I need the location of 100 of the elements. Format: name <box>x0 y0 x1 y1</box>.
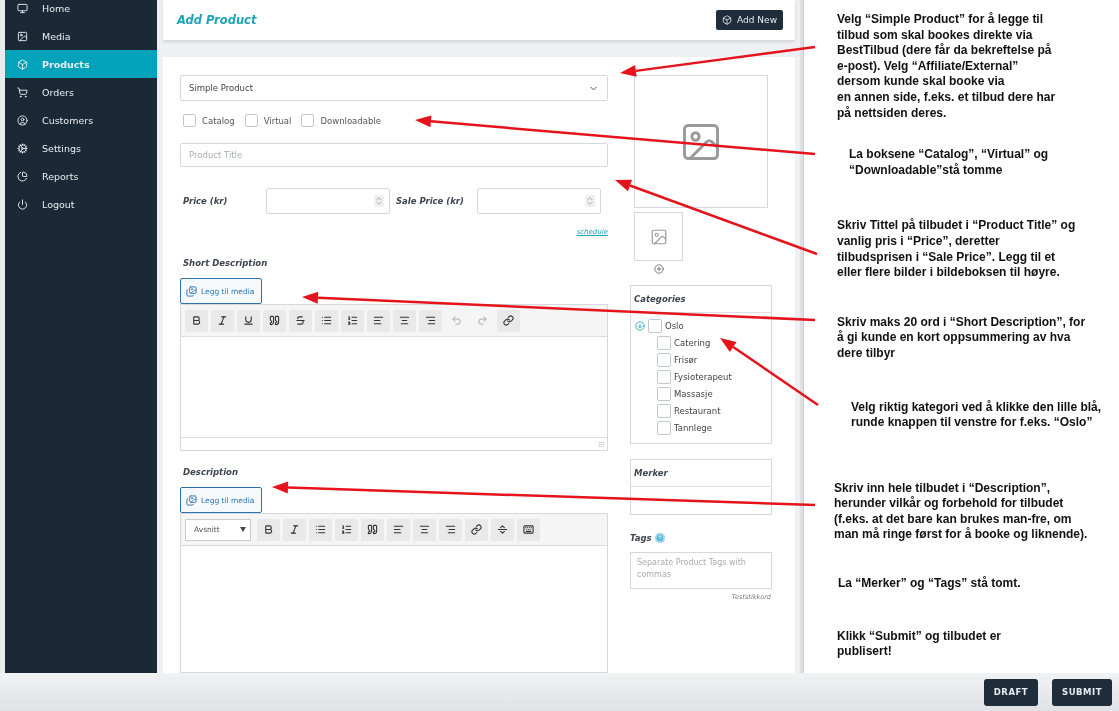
tags-field[interactable]: Separate Product Tags with commas <box>630 552 772 589</box>
draft-button[interactable]: DRAFT <box>983 678 1039 706</box>
align-right-icon <box>425 315 436 326</box>
toolbar-button[interactable] <box>185 309 208 332</box>
category-label: Massasje <box>674 389 713 399</box>
add-new-button[interactable]: Add New <box>716 10 783 30</box>
toolbar-button[interactable] <box>257 518 280 541</box>
toolbar-button[interactable] <box>497 309 520 332</box>
bold-icon <box>191 315 202 326</box>
sidebar-item[interactable]: Media <box>5 22 157 50</box>
media-icon <box>186 285 197 297</box>
toolbar-button[interactable] <box>211 309 234 332</box>
option-checkbox[interactable]: Downloadable <box>301 114 381 127</box>
instruction-text: Klikk “Submit” og tilbudet er publisert! <box>837 628 1002 660</box>
toolbar-button[interactable] <box>289 309 312 332</box>
numbered-list-icon <box>347 315 358 326</box>
user-icon <box>17 114 28 126</box>
page-title: Add Product <box>177 13 257 27</box>
category-label: Frisør <box>674 355 698 365</box>
checkbox[interactable] <box>657 370 671 384</box>
bold-icon <box>263 524 274 535</box>
align-center-icon <box>419 524 430 535</box>
category-label: Restaurant <box>674 406 721 416</box>
numbered-list-icon <box>341 524 352 535</box>
keyboard-icon <box>523 524 534 535</box>
instruction-text: Velg “Simple Product” for å legge til tilbud som skal bookes direkte via BestTilbud (dere får da bekreftelse på e-post). Velg “Affiliate/External” dersom kunde skal booke via en annen side, f.eks. et tilbud dere har på nettsiden deres. <box>837 12 1057 122</box>
align-center-icon <box>399 315 410 326</box>
caret-icon <box>240 527 246 532</box>
toolbar-button[interactable] <box>419 309 442 332</box>
checkbox[interactable] <box>657 353 671 367</box>
category-label: Tannlege <box>674 423 712 433</box>
checkbox[interactable] <box>648 319 662 333</box>
underline-icon <box>243 315 254 326</box>
strikethrough-icon <box>295 315 306 326</box>
product-title-field[interactable]: Product Title <box>180 143 608 167</box>
sale-price-field[interactable] <box>477 188 601 214</box>
link-icon <box>503 315 514 326</box>
toolbar-button[interactable] <box>283 518 306 541</box>
panel-title: Merker <box>631 460 771 487</box>
toolbar-button[interactable] <box>387 518 410 541</box>
checkbox[interactable] <box>657 387 671 401</box>
toolbar-button[interactable] <box>341 309 364 332</box>
toolbar-button[interactable] <box>393 309 416 332</box>
monitor-icon <box>17 2 28 14</box>
separator-icon <box>497 524 508 535</box>
redo-icon <box>477 315 488 326</box>
checkbox[interactable] <box>657 421 671 435</box>
instruction-text: Skriv inn hele tilbudet i “Description”, herunder vilkår og forbehold for tilbudet (f.eks. at det bare kan brukes man-fre, om man må ringe først for å booke og liknende). <box>834 480 1089 544</box>
sidebar-item[interactable]: Home <box>5 0 157 22</box>
instruction-text: Skriv Tittel på tilbudet i “Product Title” og vanlig pris i “Price”, deretter tilbudsprisen i “Sale Price”. Legg til et eller flere bilder i bildeboksen til høyre. <box>837 218 1077 281</box>
image-icon <box>17 30 28 42</box>
instruction-text: La “Merker” og “Tags” stå tomt. <box>838 576 1022 592</box>
toolbar-button[interactable] <box>367 309 390 332</box>
toolbar-button[interactable] <box>517 518 540 541</box>
quote-icon <box>269 315 280 326</box>
sidebar-item[interactable]: Customers <box>5 106 157 134</box>
option-checkbox[interactable]: Catalog <box>183 114 235 127</box>
checkbox[interactable] <box>657 404 671 418</box>
panel-title: Categories <box>631 286 771 313</box>
category-label: Catering <box>674 338 711 348</box>
quote-icon <box>367 524 378 535</box>
category-label: Fysioterapeut <box>674 372 732 382</box>
product-type-select[interactable]: Simple Product <box>180 75 608 101</box>
checkbox[interactable] <box>301 114 315 127</box>
pie-chart-icon <box>17 170 28 182</box>
price-field[interactable] <box>266 188 390 214</box>
toolbar-button[interactable] <box>335 518 358 541</box>
tags-label: Tags <box>630 533 652 543</box>
option-checkbox[interactable]: Virtual <box>244 114 292 127</box>
sidebar-item[interactable]: Orders <box>5 78 157 106</box>
bullet-list-icon <box>321 315 332 326</box>
checkbox[interactable] <box>657 336 671 350</box>
align-left-icon <box>393 524 404 535</box>
checkbox[interactable] <box>244 114 258 127</box>
toolbar-button[interactable] <box>263 309 286 332</box>
toolbar-button[interactable] <box>315 309 338 332</box>
sidebar-item[interactable]: Logout <box>5 190 157 218</box>
instruction-text: La boksene “Catalog”, “Virtual” og “Downloadable”stå tomme <box>849 147 1050 179</box>
sidebar-item[interactable]: Reports <box>5 162 157 190</box>
category-label: Oslo <box>665 321 684 331</box>
image-placeholder[interactable] <box>634 75 768 208</box>
italic-icon <box>289 524 300 535</box>
sidebar-item[interactable]: Settings <box>5 134 157 162</box>
add-icon[interactable] <box>653 264 664 274</box>
toolbar-button[interactable] <box>439 518 462 541</box>
sale-price-label: Sale Price (kr) <box>395 196 465 206</box>
toolbar-button[interactable] <box>361 518 384 541</box>
image-icon <box>649 227 668 246</box>
submit-button[interactable]: SUBMIT <box>1052 678 1112 706</box>
align-right-icon <box>445 524 456 535</box>
gear-icon <box>17 142 28 154</box>
toolbar-button[interactable] <box>491 518 514 541</box>
spinner-icon <box>585 196 595 206</box>
toolbar-button[interactable] <box>413 518 436 541</box>
section-label: Short Description <box>182 258 269 268</box>
toolbar-button[interactable] <box>465 518 488 541</box>
instruction-text: Skriv maks 20 ord i “Short Description”, for å gi kunde en kort oppsummering av hva dere tilbyr <box>837 314 1087 362</box>
toolbar-button[interactable] <box>237 309 260 332</box>
checkbox[interactable] <box>183 114 196 127</box>
toolbar-button[interactable] <box>309 518 332 541</box>
